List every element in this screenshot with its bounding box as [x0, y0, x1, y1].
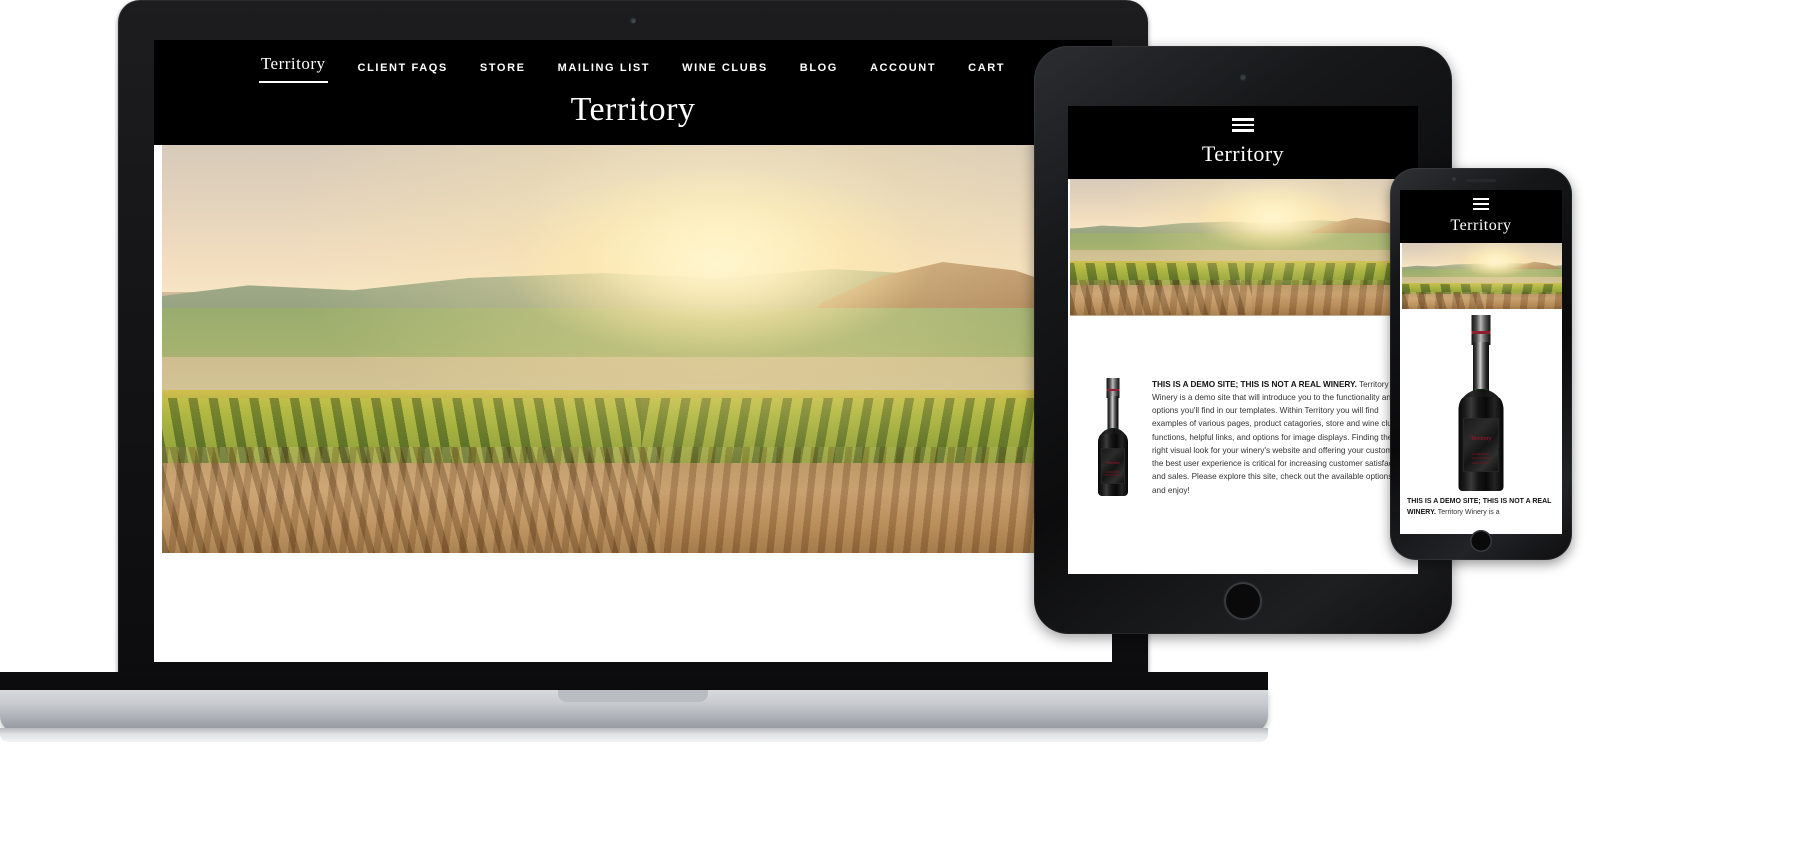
laptop-screen: Territory CLIENT FAQS STORE MAILING LIST… — [154, 40, 1112, 662]
intro-text-phone: THIS IS A DEMO SITE; THIS IS NOT A REAL … — [1400, 491, 1562, 519]
bottle-image-phone: Territory CABERNET SAUVIGNON NAPA VALLEY — [1400, 309, 1562, 491]
laptop-mockup: Territory CLIENT FAQS STORE MAILING LIST… — [0, 0, 1268, 742]
site-header-laptop: Territory CLIENT FAQS STORE MAILING LIST… — [154, 40, 1112, 145]
home-button[interactable] — [1224, 582, 1262, 620]
responsive-device-mockup-scene: Territory CLIENT FAQS STORE MAILING LIST… — [0, 0, 1800, 861]
front-camera-icon — [1452, 177, 1456, 181]
bottle-label-appellation: NAPA VALLEY — [1472, 462, 1490, 465]
laptop-front-edge — [0, 728, 1268, 742]
intro-text-tablet: THIS IS A DEMO SITE; THIS IS NOT A REAL … — [1152, 378, 1406, 498]
intro-headline-period-phone: . — [1433, 509, 1436, 517]
hamburger-menu-icon[interactable] — [1068, 118, 1418, 132]
intro-headline-period: . — [1354, 379, 1357, 389]
nav-item-mailing-list[interactable]: MAILING LIST — [556, 54, 653, 83]
bottle-label-varietal: CABERNET SAUVIGNON — [1471, 452, 1491, 460]
site-logo-laptop[interactable]: Territory — [154, 83, 1112, 145]
site-logo-tablet[interactable]: Territory — [1068, 132, 1418, 169]
bottle-label-name: Territory — [1470, 436, 1492, 442]
hero-image-tablet — [1070, 178, 1418, 316]
nav-item-client-faqs[interactable]: CLIENT FAQS — [356, 54, 450, 83]
phone-mockup: Territory Territory CABERNET SAUVIGNON N… — [1390, 168, 1572, 560]
nav-item-cart[interactable]: CART — [966, 54, 1007, 83]
bottle-label-name: Territory — [1105, 459, 1121, 465]
website-laptop: Territory CLIENT FAQS STORE MAILING LIST… — [154, 40, 1112, 662]
nav-item-account[interactable]: ACCOUNT — [868, 54, 938, 83]
earpiece-speaker — [1466, 179, 1496, 182]
site-header-phone: Territory — [1400, 190, 1562, 243]
nav-item-store[interactable]: STORE — [478, 54, 528, 83]
nav-item-blog[interactable]: BLOG — [798, 54, 840, 83]
main-navigation: Territory CLIENT FAQS STORE MAILING LIST… — [154, 40, 1112, 83]
intro-body-phone: Territory Winery is a — [1437, 509, 1500, 517]
webcam-icon — [628, 16, 638, 25]
website-phone: Territory Territory CABERNET SAUVIGNON N… — [1400, 190, 1562, 534]
hero-image-laptop — [162, 145, 1112, 553]
website-tablet: Territory Territory CABERNET SAUVIGNON T… — [1068, 106, 1418, 574]
nav-item-territory[interactable]: Territory — [258, 46, 328, 83]
phone-screen: Territory Territory CABERNET SAUVIGNON N… — [1400, 190, 1562, 534]
intro-body-tablet: Territory Winery is a demo site that wil… — [1152, 379, 1406, 495]
home-button[interactable] — [1470, 530, 1492, 552]
hamburger-menu-icon[interactable] — [1400, 198, 1562, 210]
site-header-tablet: Territory — [1068, 106, 1418, 179]
intro-headline-tablet: THIS IS A DEMO SITE; THIS IS NOT A REAL … — [1152, 379, 1355, 389]
site-logo-phone[interactable]: Territory — [1400, 210, 1562, 236]
intro-section-tablet: Territory CABERNET SAUVIGNON THIS IS A D… — [1068, 315, 1418, 498]
front-camera-icon — [1239, 74, 1247, 81]
hero-image-phone — [1402, 243, 1562, 309]
bottle-image-tablet: Territory CABERNET SAUVIGNON — [1074, 377, 1152, 496]
nav-item-wine-clubs[interactable]: WINE CLUBS — [680, 54, 770, 83]
bottle-label-varietal: CABERNET SAUVIGNON — [1104, 470, 1122, 477]
laptop-page-whitespace — [154, 553, 1112, 662]
tablet-screen: Territory Territory CABERNET SAUVIGNON T… — [1068, 106, 1418, 574]
laptop-lip-notch — [558, 690, 708, 702]
